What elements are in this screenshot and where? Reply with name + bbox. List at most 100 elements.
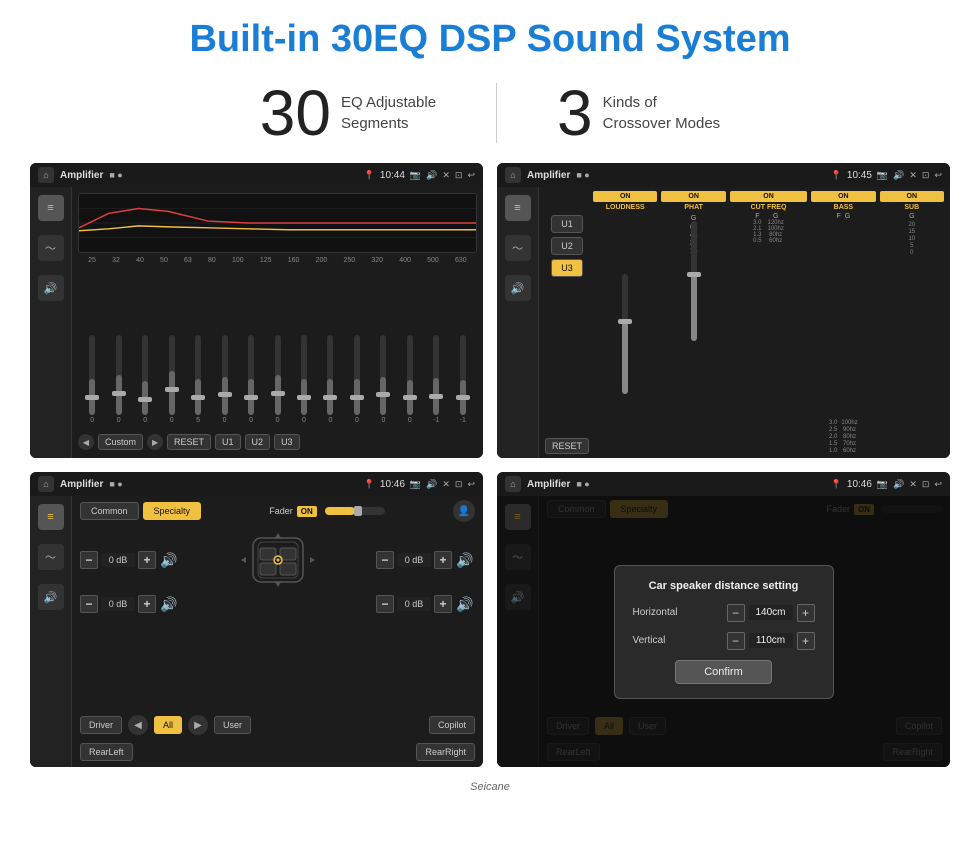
loudness-slider[interactable] (622, 274, 628, 394)
all-btn[interactable]: All (154, 716, 182, 734)
copilot-btn[interactable]: Copilot (429, 716, 475, 734)
home-icon-4[interactable]: ⌂ (505, 476, 521, 492)
topbar-time-eq: 10:44 (380, 170, 405, 181)
rear-left-speaker-icon: 🔊 (159, 594, 179, 614)
eq-sliders: 0 0 0 0 5 (78, 268, 477, 428)
watermark-text: Seicane (470, 781, 510, 793)
screen-specialty-content: ≡ 〜 🔊 Common Specialty Fader ON 👤 (30, 496, 483, 767)
eq-u2-btn[interactable]: U2 (245, 434, 271, 450)
back-icon-2: ↩ (934, 170, 942, 181)
location-icon: 📍 (364, 170, 375, 181)
phat-label: PHAT (684, 204, 703, 211)
cross-col-phat: ON PHAT G 64 48 32 16 0 (661, 191, 725, 454)
phat-slider[interactable] (691, 221, 697, 341)
vertical-plus-btn[interactable]: + (797, 632, 815, 650)
profile-icon-btn[interactable]: 👤 (453, 500, 475, 522)
sidebar-vol-icon[interactable]: 🔊 (38, 275, 64, 301)
confirm-button[interactable]: Confirm (675, 660, 772, 684)
screen-specialty: ⌂ Amplifier ■ ● 📍 10:46 📷 🔊 ✕ ⊡ ↩ ≡ 〜 🔊 (30, 472, 483, 767)
camera-icon-4: 📷 (877, 479, 888, 490)
driver-btn[interactable]: Driver (80, 716, 122, 734)
home-icon-3[interactable]: ⌂ (38, 476, 54, 492)
screen-eq-content: ≡ 〜 🔊 (30, 187, 483, 458)
rear-left-val: 0 dB (101, 597, 135, 611)
sidebar-wave-icon-2[interactable]: 〜 (505, 235, 531, 261)
cutfreq-on-badge: ON (730, 191, 807, 202)
fader-slider[interactable] (325, 507, 385, 515)
sidebar-wave-icon-3[interactable]: 〜 (38, 544, 64, 570)
rear-right-plus[interactable]: + (434, 595, 452, 613)
horizontal-val: 140cm (749, 605, 793, 620)
rear-right-ctrl: − 0 dB + 🔊 (376, 594, 475, 614)
cross-col-sub: ON SUB G 20 15 10 5 0 (880, 191, 944, 454)
u3-btn[interactable]: U3 (551, 259, 583, 277)
dialog-overlay: Car speaker distance setting Horizontal … (497, 496, 950, 767)
bass-sub-labels: F G (837, 213, 851, 220)
front-right-ctrl: − 0 dB + 🔊 (376, 550, 475, 570)
topbar-dialog: ⌂ Amplifier ■ ● 📍 10:46 📷 🔊 ✕ ⊡ ↩ (497, 472, 950, 496)
crossover-reset-btn[interactable]: RESET (545, 438, 589, 454)
eq-slider-9: 0 (318, 335, 342, 424)
specialty-tab[interactable]: Specialty (143, 502, 202, 520)
sidebar-eq-icon-3[interactable]: ≡ (38, 504, 64, 530)
stat-eq: 30 EQ AdjustableSegments (200, 81, 496, 145)
loudness-label: LOUDNESS (606, 204, 645, 211)
rear-left-plus[interactable]: + (138, 595, 156, 613)
arrow-right-icon: ▶ (188, 715, 208, 735)
rear-left-minus[interactable]: − (80, 595, 98, 613)
front-right-minus[interactable]: − (376, 551, 394, 569)
u1-btn[interactable]: U1 (551, 215, 583, 233)
cross-col-bass: ON BASS F G 3.0 2.5 2.0 1.5 (811, 191, 875, 454)
topbar-icons-dialog: 📍 10:46 📷 🔊 ✕ ⊡ ↩ (831, 479, 942, 490)
common-tab[interactable]: Common (80, 502, 139, 520)
topbar-dots-specialty: ■ ● (109, 479, 122, 489)
home-icon-2[interactable]: ⌂ (505, 167, 521, 183)
eq-u3-btn[interactable]: U3 (274, 434, 300, 450)
stats-row: 30 EQ AdjustableSegments 3 Kinds ofCross… (0, 71, 980, 163)
eq-next-btn[interactable]: ▶ (147, 434, 163, 450)
horizontal-minus-btn[interactable]: − (727, 604, 745, 622)
specialty-tab-row: Common Specialty Fader ON 👤 (80, 500, 475, 522)
location-icon-2: 📍 (831, 170, 842, 181)
stat-number-eq: 30 (260, 81, 331, 145)
eq-reset-btn[interactable]: RESET (167, 434, 211, 450)
u2-btn[interactable]: U2 (551, 237, 583, 255)
eq-graph (78, 193, 477, 253)
sidebar-wave-icon[interactable]: 〜 (38, 235, 64, 261)
screen-eq: ⌂ Amplifier ■ ● 📍 10:44 📷 🔊 ✕ ⊡ ↩ ≡ 〜 🔊 (30, 163, 483, 458)
window-icon: ⊡ (455, 170, 463, 181)
volume-icon-4: 🔊 (893, 479, 904, 490)
sidebar-specialty: ≡ 〜 🔊 (30, 496, 72, 767)
topbar-title-dialog: Amplifier (527, 479, 570, 490)
home-icon[interactable]: ⌂ (38, 167, 54, 183)
eq-slider-5: 0 (212, 335, 236, 424)
window-icon-4: ⊡ (922, 479, 930, 490)
front-left-val: 0 dB (101, 553, 135, 567)
front-right-plus[interactable]: + (434, 551, 452, 569)
sidebar-eq-icon-2[interactable]: ≡ (505, 195, 531, 221)
eq-u1-btn[interactable]: U1 (215, 434, 241, 450)
window-icon-3: ⊡ (455, 479, 463, 490)
fader-label: Fader (269, 506, 293, 516)
rear-right-minus[interactable]: − (376, 595, 394, 613)
horizontal-plus-btn[interactable]: + (797, 604, 815, 622)
rear-left-btn[interactable]: RearLeft (80, 743, 133, 761)
sidebar-vol-icon-3[interactable]: 🔊 (38, 584, 64, 610)
cutfreq-sliders: F 3.0 2.1 1.3 0.5 G (753, 213, 784, 244)
sidebar-eq-icon[interactable]: ≡ (38, 195, 64, 221)
user-btn[interactable]: User (214, 716, 251, 734)
eq-slider-8: 0 (292, 335, 316, 424)
fader-on-badge: ON (297, 506, 317, 517)
front-left-minus[interactable]: − (80, 551, 98, 569)
front-left-ctrl: − 0 dB + 🔊 (80, 550, 179, 570)
eq-custom-btn[interactable]: Custom (98, 434, 143, 450)
dialog-label-vertical: Vertical (633, 635, 688, 646)
sidebar-vol-icon-2[interactable]: 🔊 (505, 275, 531, 301)
vertical-minus-btn[interactable]: − (727, 632, 745, 650)
front-left-plus[interactable]: + (138, 551, 156, 569)
rear-right-btn[interactable]: RearRight (416, 743, 475, 761)
eq-freq-labels: 2532405063 80100125160200 25032040050063… (78, 257, 477, 264)
topbar-eq: ⌂ Amplifier ■ ● 📍 10:44 📷 🔊 ✕ ⊡ ↩ (30, 163, 483, 187)
rear-speaker-row: − 0 dB + 🔊 − 0 dB + 🔊 (80, 594, 475, 614)
eq-prev-btn[interactable]: ◀ (78, 434, 94, 450)
